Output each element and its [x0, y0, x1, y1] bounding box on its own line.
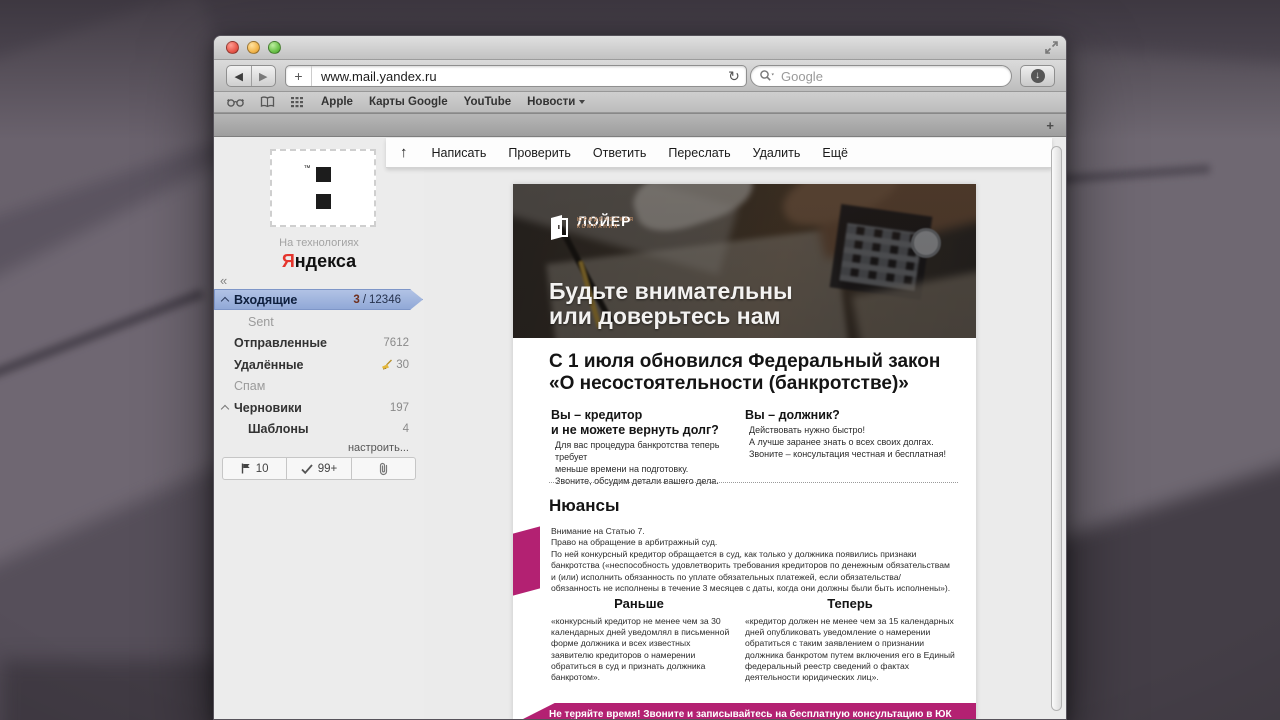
flagged-filter-button[interactable]: 10 [223, 458, 287, 479]
chevron-down-icon [579, 100, 585, 104]
broom-icon[interactable] [380, 359, 393, 371]
trash-count: 30 [380, 359, 409, 371]
browser-navbar: ◀ ▶ + www.mail.yandex.ru ↻ Google ↓ [214, 60, 1066, 92]
reading-list-icon[interactable] [227, 97, 244, 108]
reload-icon[interactable]: ↻ [722, 68, 746, 85]
loyer-logo-subtitle: ЮРИДИЧЕСКАЯ КОМПАНИЯ [577, 217, 635, 230]
close-button[interactable] [226, 41, 239, 54]
nuances-text: Внимание на Статью 7. Право на обращение… [551, 526, 951, 594]
sidebar-item-spam[interactable]: Спам [214, 375, 424, 396]
after-heading: Теперь [745, 596, 955, 611]
sidebar-item-sent[interactable]: Отправленные 7612 [214, 332, 424, 353]
before-heading: Раньше [549, 596, 729, 611]
bookmarks-bar: Apple Карты Google YouTube Новости [214, 92, 1066, 113]
sidebar-item-inbox[interactable]: Входящие 3 / 12346 [214, 289, 423, 310]
mail-sidebar: ™ На технологиях Яндекса « Входящие 3 / … [214, 137, 424, 719]
more-button[interactable]: Ещё [822, 146, 848, 160]
quick-filters: 10 99+ [222, 457, 416, 480]
loyer-logo: ЛОЙЕР ЮРИДИЧЕСКАЯ КОМПАНИЯ [549, 214, 577, 241]
loyer-door-icon [549, 214, 569, 241]
new-tab-button[interactable]: + [1046, 118, 1054, 133]
forward-button[interactable]: ▶ [252, 66, 276, 86]
yandex-logo: Яндекса [214, 251, 424, 272]
up-arrow-icon[interactable]: ↑ [400, 144, 408, 161]
debtor-heading: Вы – должник? [745, 408, 955, 423]
folders-settings-link[interactable]: настроить... [348, 442, 409, 454]
search-placeholder: Google [781, 69, 823, 84]
check-mail-button[interactable]: Проверить [508, 146, 571, 160]
page-scrollbar[interactable] [1051, 146, 1062, 711]
powered-by-label: На технологиях [214, 237, 424, 249]
resize-icon[interactable] [1044, 40, 1059, 55]
page-content: ™ На технологиях Яндекса « Входящие 3 / … [214, 137, 1066, 719]
minimize-button[interactable] [247, 41, 260, 54]
bookmark-item-maps[interactable]: Карты Google [369, 96, 448, 108]
search-icon [759, 69, 775, 83]
creditor-heading: Вы – кредитор и не можете вернуть долг? [551, 408, 751, 437]
delete-button[interactable]: Удалить [753, 146, 801, 160]
sidebar-item-templates[interactable]: Шаблоны 4 [214, 418, 424, 439]
collapse-chevron-icon[interactable] [221, 405, 229, 413]
sidebar-item-drafts[interactable]: Черновики 197 [214, 397, 424, 418]
nuances-heading: Нюансы [549, 496, 620, 516]
sidebar-collapse-button[interactable]: « [220, 273, 227, 288]
tab-bar: + [214, 113, 1066, 137]
bookmark-item-news[interactable]: Новости [527, 96, 585, 108]
bookmark-item-apple[interactable]: Apple [321, 96, 353, 108]
search-input[interactable]: Google [750, 65, 1012, 87]
flag-icon [241, 463, 251, 474]
reply-button[interactable]: Ответить [593, 146, 646, 160]
collapse-chevron-icon[interactable] [221, 297, 229, 305]
back-button[interactable]: ◀ [227, 66, 252, 86]
email-footer-banner: Не теряйте время! Звоните и записывайтес… [513, 703, 976, 719]
compose-button[interactable]: Написать [432, 146, 487, 160]
email-headline: С 1 июля обновился Федеральный закон «О … [549, 351, 959, 395]
mail-toolbar: ↑ Написать Проверить Ответить Переслать … [386, 138, 1052, 168]
email-hero-image: ЛОЙЕР ЮРИДИЧЕСКАЯ КОМПАНИЯ Будьте внимат… [513, 184, 976, 338]
add-bookmark-icon[interactable]: + [286, 66, 312, 86]
email-body: ЛОЙЕР ЮРИДИЧЕСКАЯ КОМПАНИЯ Будьте внимат… [513, 184, 976, 719]
zoom-button[interactable] [268, 41, 281, 54]
address-bar[interactable]: + www.mail.yandex.ru ↻ [285, 65, 747, 87]
check-icon [301, 464, 313, 474]
magenta-ribbon [513, 526, 540, 595]
bookmarks-book-icon[interactable] [260, 96, 275, 108]
dotted-divider [549, 482, 958, 483]
stamp-logo: ™ [270, 149, 376, 227]
sidebar-item-trash[interactable]: Удалённые 30 [214, 354, 424, 375]
top-sites-grid-icon[interactable] [291, 97, 305, 108]
forward-mail-button[interactable]: Переслать [668, 146, 730, 160]
download-icon: ↓ [1031, 69, 1045, 83]
debtor-text: Действовать нужно быстро! А лучше заране… [749, 424, 959, 460]
back-forward-buttons[interactable]: ◀ ▶ [226, 65, 276, 87]
attachments-filter-button[interactable] [352, 458, 415, 479]
after-text: «кредитор должен не менее чем за 15 кале… [745, 616, 957, 683]
downloads-button[interactable]: ↓ [1020, 65, 1055, 87]
creditor-text: Для вас процедура банкротства теперь тре… [555, 439, 750, 487]
trademark-label: ™ [304, 165, 311, 172]
browser-window: ◀ ▶ + www.mail.yandex.ru ↻ Google ↓ [213, 35, 1067, 720]
inbox-count: 3 / 12346 [353, 294, 401, 306]
paperclip-icon [378, 462, 389, 476]
footer-call-to-action: Не теряйте время! Звоните и записывайтес… [549, 709, 976, 719]
bookmark-item-youtube[interactable]: YouTube [464, 96, 511, 108]
sidebar-item-sent-en[interactable]: Sent [214, 311, 424, 332]
before-text: «конкурсный кредитор не менее чем за 30 … [551, 616, 731, 683]
screen: ◀ ▶ + www.mail.yandex.ru ↻ Google ↓ [0, 0, 1280, 720]
url-text[interactable]: www.mail.yandex.ru [312, 69, 722, 84]
unread-filter-button[interactable]: 99+ [287, 458, 351, 479]
hero-title: Будьте внимательны или доверьтесь нам [549, 279, 793, 329]
window-titlebar[interactable] [214, 36, 1066, 60]
